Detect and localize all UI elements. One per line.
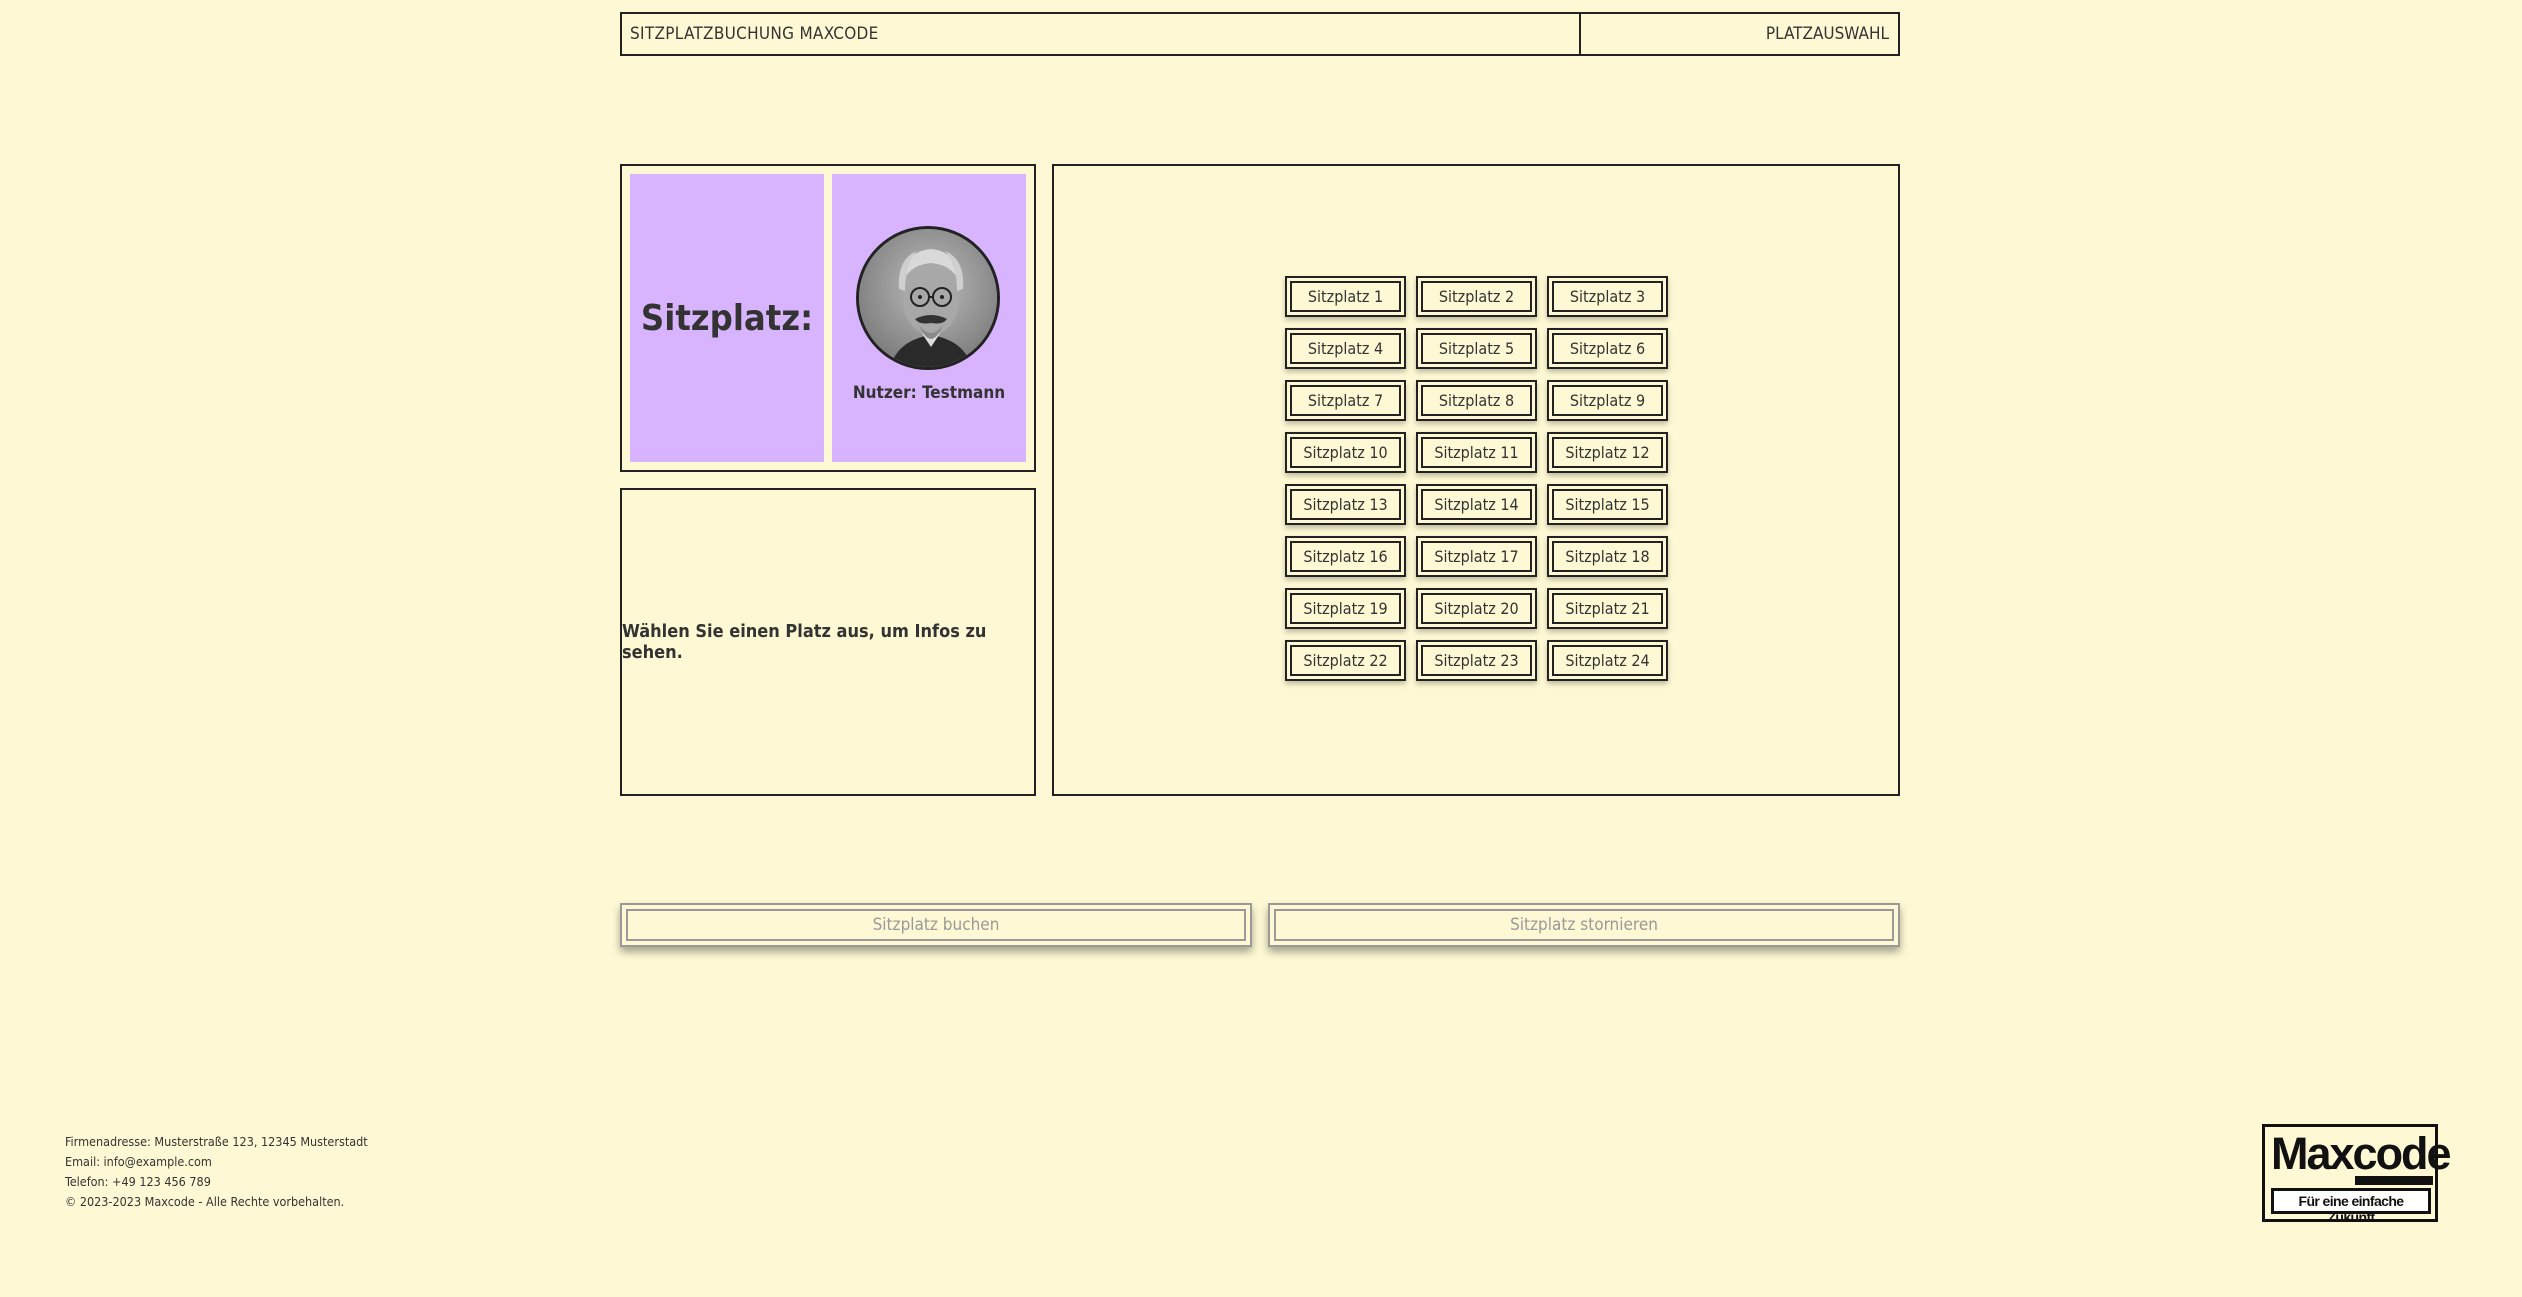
- logo-name: Maxcode: [2271, 1128, 2452, 1179]
- seat-info-message: Wählen Sie einen Platz aus, um Infos zu …: [622, 621, 987, 663]
- seat-button-label: Sitzplatz 1: [1290, 281, 1401, 312]
- selected-seat-label: Sitzplatz:: [640, 297, 814, 339]
- seat-button-label: Sitzplatz 15: [1552, 489, 1663, 520]
- seat-info-panel: Wählen Sie einen Platz aus, um Infos zu …: [620, 488, 1036, 796]
- seat-button[interactable]: Sitzplatz 16: [1285, 536, 1406, 577]
- seat-button[interactable]: Sitzplatz 19: [1285, 588, 1406, 629]
- seat-button-label: Sitzplatz 14: [1421, 489, 1532, 520]
- seat-button-label: Sitzplatz 9: [1552, 385, 1663, 416]
- seat-button-label: Sitzplatz 5: [1421, 333, 1532, 364]
- cancel-seat-button[interactable]: Sitzplatz stornieren: [1268, 903, 1900, 947]
- footer-phone: Telefon: +49 123 456 789: [65, 1174, 211, 1189]
- seat-button[interactable]: Sitzplatz 14: [1416, 484, 1537, 525]
- seat-button[interactable]: Sitzplatz 15: [1547, 484, 1668, 525]
- seat-button-label: Sitzplatz 11: [1421, 437, 1532, 468]
- seat-grid: Sitzplatz 1 Sitzplatz 2 Sitzplatz 3 Sitz…: [1285, 276, 1668, 681]
- seat-button[interactable]: Sitzplatz 21: [1547, 588, 1668, 629]
- seat-button[interactable]: Sitzplatz 18: [1547, 536, 1668, 577]
- user-name-label: Nutzer: Testmann: [852, 383, 1006, 403]
- seat-button[interactable]: Sitzplatz 5: [1416, 328, 1537, 369]
- seat-tile: Sitzplatz:: [630, 174, 824, 462]
- seat-button[interactable]: Sitzplatz 10: [1285, 432, 1406, 473]
- seat-button-label: Sitzplatz 16: [1290, 541, 1401, 572]
- seat-button[interactable]: Sitzplatz 4: [1285, 328, 1406, 369]
- seat-button-label: Sitzplatz 21: [1552, 593, 1663, 624]
- seat-button[interactable]: Sitzplatz 24: [1547, 640, 1668, 681]
- seat-button-label: Sitzplatz 17: [1421, 541, 1532, 572]
- user-portrait-icon: [856, 226, 1000, 370]
- seat-button[interactable]: Sitzplatz 1: [1285, 276, 1406, 317]
- seat-button-label: Sitzplatz 13: [1290, 489, 1401, 520]
- seat-button[interactable]: Sitzplatz 7: [1285, 380, 1406, 421]
- footer-copyright: © 2023-2023 Maxcode - Alle Rechte vorbeh…: [65, 1194, 345, 1209]
- seat-button[interactable]: Sitzplatz 23: [1416, 640, 1537, 681]
- seat-button-label: Sitzplatz 20: [1421, 593, 1532, 624]
- seat-button[interactable]: Sitzplatz 11: [1416, 432, 1537, 473]
- seat-button-label: Sitzplatz 19: [1290, 593, 1401, 624]
- footer-email: Email: info@example.com: [65, 1154, 212, 1169]
- seat-button[interactable]: Sitzplatz 6: [1547, 328, 1668, 369]
- seat-button-label: Sitzplatz 22: [1290, 645, 1401, 676]
- user-tile: Nutzer: Testmann: [832, 174, 1026, 462]
- seat-button-label: Sitzplatz 3: [1552, 281, 1663, 312]
- seat-button[interactable]: Sitzplatz 12: [1547, 432, 1668, 473]
- seat-button-label: Sitzplatz 18: [1552, 541, 1663, 572]
- seat-button[interactable]: Sitzplatz 13: [1285, 484, 1406, 525]
- top-header: SITZPLATZBUCHUNG MAXCODE PLATZAUSWAHL: [620, 12, 1900, 56]
- seat-button-label: Sitzplatz 24: [1552, 645, 1663, 676]
- seat-selection-panel: Sitzplatz 1 Sitzplatz 2 Sitzplatz 3 Sitz…: [1052, 164, 1900, 796]
- seat-button-label: Sitzplatz 8: [1421, 385, 1532, 416]
- seat-button-label: Sitzplatz 10: [1290, 437, 1401, 468]
- seat-button[interactable]: Sitzplatz 8: [1416, 380, 1537, 421]
- user-panel: Sitzplatz: Nutzer: Testmann: [620, 164, 1036, 472]
- logo-tagline: Für eine einfache Zukunft: [2298, 1193, 2405, 1225]
- book-seat-label: Sitzplatz buchen: [626, 909, 1246, 941]
- seat-button[interactable]: Sitzplatz 3: [1547, 276, 1668, 317]
- seat-button[interactable]: Sitzplatz 22: [1285, 640, 1406, 681]
- nav-platzauswahl[interactable]: PLATZAUSWAHL: [1579, 14, 1898, 54]
- seat-button[interactable]: Sitzplatz 20: [1416, 588, 1537, 629]
- app-title: SITZPLATZBUCHUNG MAXCODE: [630, 24, 879, 44]
- seat-button[interactable]: Sitzplatz 9: [1547, 380, 1668, 421]
- logo-tagline-box: Für eine einfache Zukunft: [2271, 1188, 2431, 1225]
- seat-button[interactable]: Sitzplatz 17: [1416, 536, 1537, 577]
- seat-button-label: Sitzplatz 2: [1421, 281, 1532, 312]
- footer-address: Firmenadresse: Musterstraße 123, 12345 M…: [65, 1134, 368, 1149]
- logo-bar: [2355, 1176, 2433, 1185]
- maxcode-logo: Maxcode Für eine einfache Zukunft: [2262, 1124, 2452, 1225]
- seat-button[interactable]: Sitzplatz 2: [1416, 276, 1537, 317]
- footer: Firmenadresse: Musterstraße 123, 12345 M…: [65, 1132, 368, 1212]
- book-seat-button[interactable]: Sitzplatz buchen: [620, 903, 1252, 947]
- seat-button-label: Sitzplatz 6: [1552, 333, 1663, 364]
- cancel-seat-label: Sitzplatz stornieren: [1274, 909, 1894, 941]
- seat-button-label: Sitzplatz 7: [1290, 385, 1401, 416]
- seat-button-label: Sitzplatz 4: [1290, 333, 1401, 364]
- seat-button-label: Sitzplatz 23: [1421, 645, 1532, 676]
- seat-button-label: Sitzplatz 12: [1552, 437, 1663, 468]
